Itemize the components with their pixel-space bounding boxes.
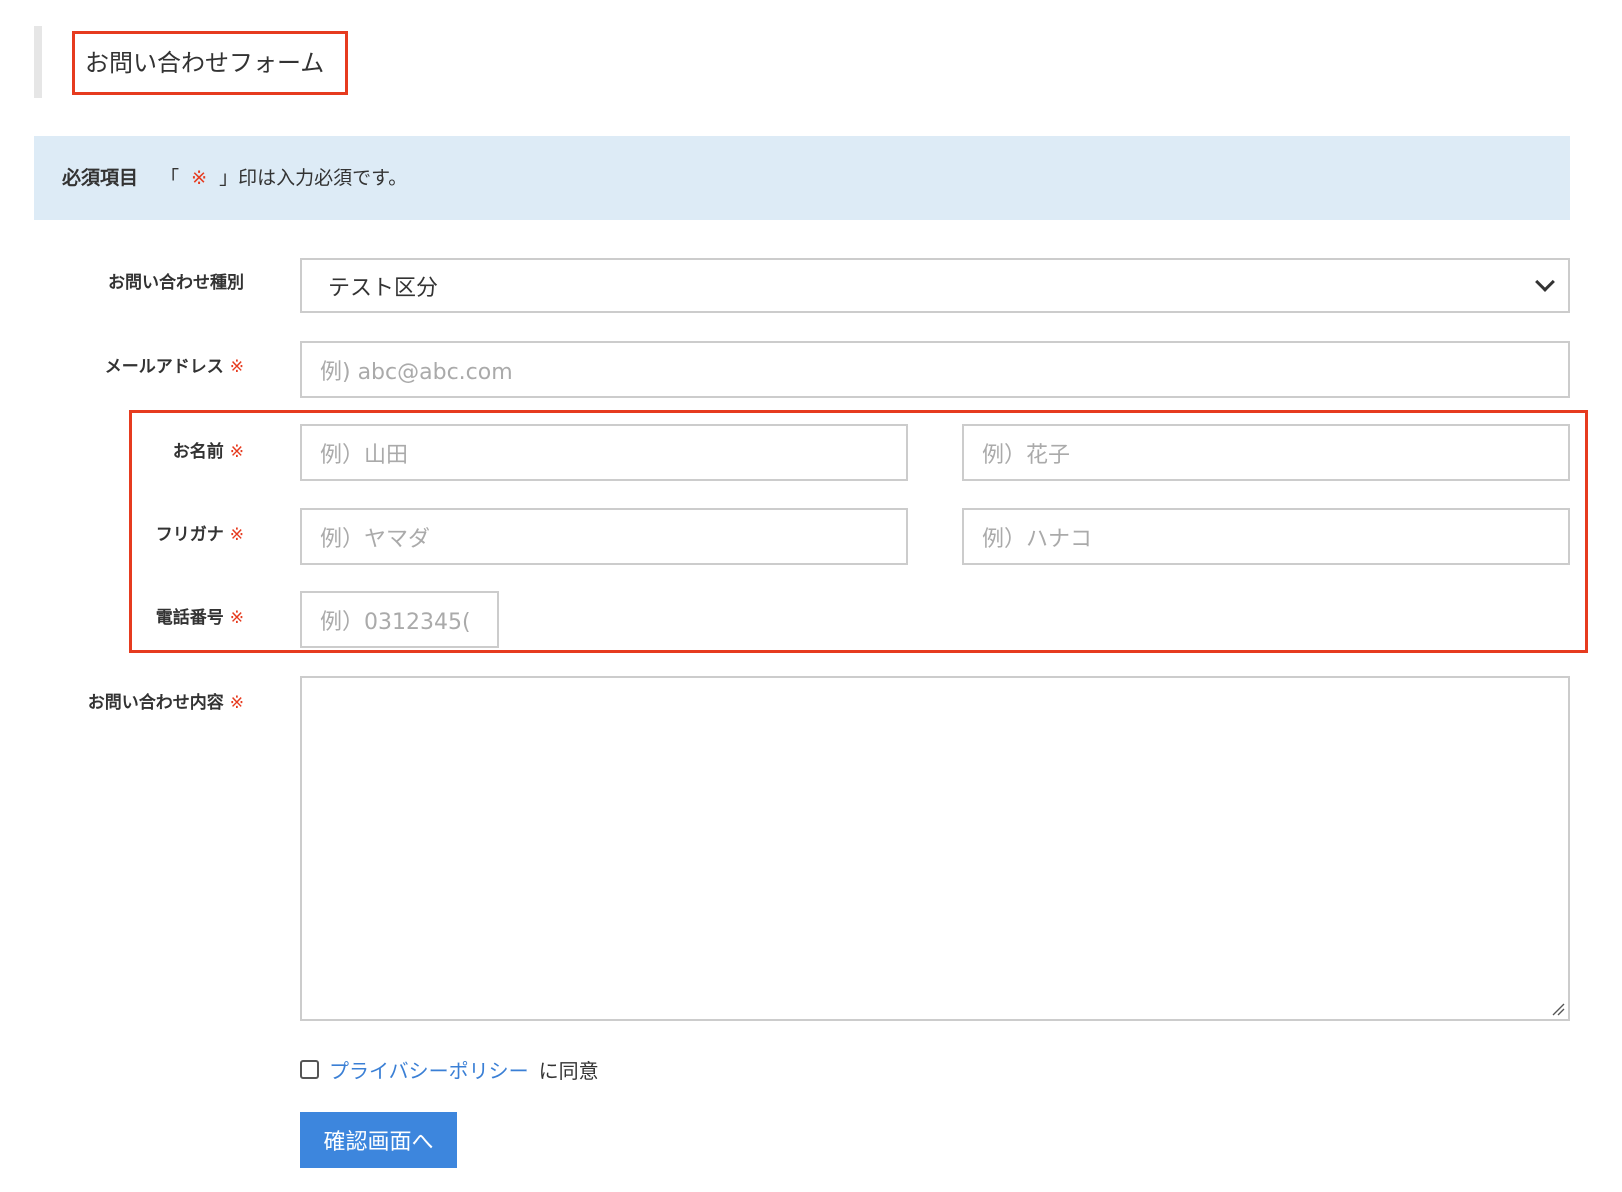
notice-text-before: 「 bbox=[160, 167, 180, 189]
confirm-button[interactable]: 確認画面へ bbox=[300, 1112, 457, 1168]
notice-text-after: 」印は入力必須です。 bbox=[219, 167, 408, 189]
first-name-field[interactable]: 例）花子 bbox=[962, 424, 1570, 481]
inquiry-type-label: お問い合わせ種別 bbox=[108, 268, 244, 293]
phone-label: 電話番号 ※ bbox=[156, 603, 244, 628]
message-textarea[interactable] bbox=[300, 676, 1570, 1021]
first-name-placeholder: 例）花子 bbox=[982, 442, 1071, 468]
last-name-field[interactable]: 例）山田 bbox=[300, 424, 908, 481]
title-accent-bar bbox=[34, 26, 42, 98]
phone-field[interactable]: 例）0312345( bbox=[300, 591, 499, 648]
email-label-text: メールアドレス bbox=[104, 357, 224, 377]
message-label: お問い合わせ内容 ※ bbox=[88, 688, 244, 713]
page-title: お問い合わせフォーム bbox=[72, 31, 348, 95]
contact-form-page: お問い合わせフォーム 必須項目 「 ※ 」印は入力必須です。 お問い合わせ種別 … bbox=[0, 0, 1622, 1192]
chevron-down-icon bbox=[1535, 271, 1555, 292]
notice-label: 必須項目 bbox=[62, 167, 139, 189]
privacy-agree-text: に同意 bbox=[538, 1059, 599, 1083]
required-mark: ※ bbox=[229, 608, 244, 628]
last-name-placeholder: 例）山田 bbox=[320, 442, 409, 468]
kana-label-text: フリガナ bbox=[155, 525, 224, 545]
required-mark: ※ bbox=[229, 525, 244, 545]
phone-placeholder: 例）0312345( bbox=[320, 609, 471, 635]
resize-grip-icon[interactable] bbox=[1551, 1002, 1565, 1016]
required-notice: 必須項目 「 ※ 」印は入力必須です。 bbox=[34, 136, 1570, 220]
notice-mark: ※ bbox=[191, 167, 208, 189]
last-name-kana-placeholder: 例）ヤマダ bbox=[320, 526, 431, 552]
phone-label-text: 電話番号 bbox=[155, 608, 224, 628]
first-name-kana-field[interactable]: 例）ハナコ bbox=[962, 508, 1570, 565]
privacy-agreement: プライバシーポリシー に同意 bbox=[300, 1055, 599, 1084]
email-label: メールアドレス ※ bbox=[105, 352, 244, 377]
last-name-kana-field[interactable]: 例）ヤマダ bbox=[300, 508, 908, 565]
kana-label: フリガナ ※ bbox=[156, 520, 244, 545]
inquiry-type-select[interactable]: テスト区分 bbox=[300, 258, 1570, 313]
inquiry-type-label-text: お問い合わせ種別 bbox=[108, 273, 244, 293]
privacy-checkbox[interactable] bbox=[300, 1060, 319, 1079]
message-label-text: お問い合わせ内容 bbox=[87, 693, 224, 713]
privacy-policy-link[interactable]: プライバシーポリシー bbox=[329, 1055, 529, 1084]
name-label-text: お名前 bbox=[172, 442, 224, 462]
first-name-kana-placeholder: 例）ハナコ bbox=[982, 526, 1093, 552]
name-label: お名前 ※ bbox=[173, 437, 244, 462]
required-mark: ※ bbox=[229, 442, 244, 462]
email-field[interactable]: 例) abc@abc.com bbox=[300, 341, 1570, 398]
email-placeholder: 例) abc@abc.com bbox=[320, 359, 513, 385]
required-mark: ※ bbox=[229, 357, 244, 377]
required-mark: ※ bbox=[229, 693, 244, 713]
inquiry-type-value: テスト区分 bbox=[328, 275, 439, 301]
